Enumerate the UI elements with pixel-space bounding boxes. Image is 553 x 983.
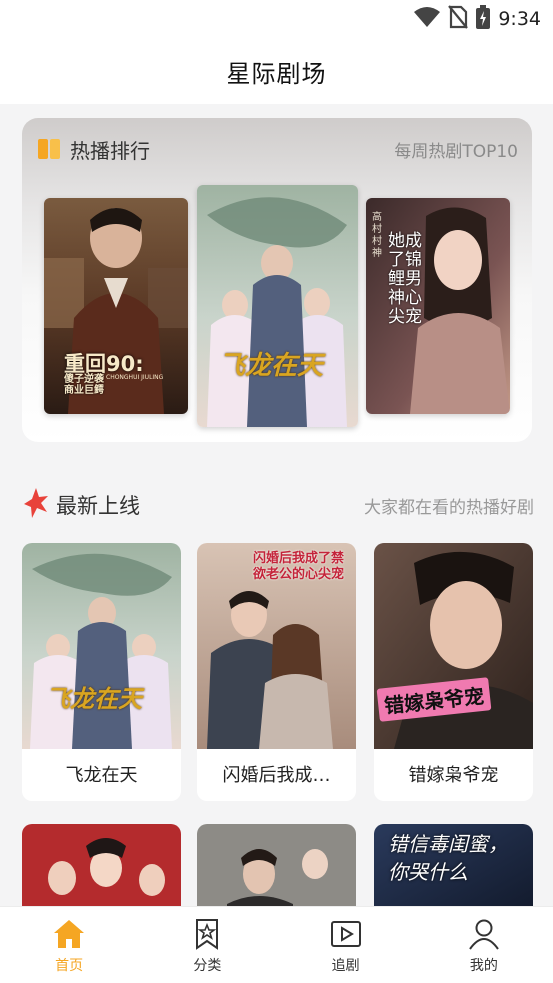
status-icons: 9:34	[414, 5, 541, 33]
drama-card[interactable]	[197, 824, 356, 914]
status-bar: 9:34	[0, 0, 553, 38]
hot-poster-1-roman: CHONGHUI JIULING	[106, 374, 164, 381]
status-time: 9:34	[498, 8, 541, 30]
drama-card[interactable]: 错信毒闺蜜，你哭什么	[374, 824, 533, 914]
drama-card[interactable]: 飞龙在天 飞龙在天	[22, 543, 181, 801]
hot-poster-1-subtitle: 傻子逆袭商业巨鳄	[64, 374, 104, 396]
hot-poster-1[interactable]: 重回90: CHONGHUI JIULING 傻子逆袭商业巨鳄	[44, 198, 188, 414]
user-icon	[469, 919, 499, 950]
no-sim-icon	[448, 5, 469, 33]
new-releases-title: 最新上线	[56, 494, 140, 518]
drama-poster: 错嫁枭爷宠	[374, 543, 533, 749]
nav-profile[interactable]: 我的	[415, 907, 553, 983]
hot-poster-3[interactable]: 她成了锦鲤男神心尖宠 高村村神	[366, 198, 510, 414]
nav-label: 追剧	[331, 958, 360, 974]
nav-label: 首页	[55, 958, 84, 974]
bottom-nav: 首页 分类 追剧 我的	[0, 906, 553, 983]
hot-ranking-subtitle[interactable]: 每周热剧TOP10	[394, 137, 518, 162]
drama-poster-text: 错信毒闺蜜，你哭什么	[388, 832, 508, 884]
hot-ranking-card: 热播排行 每周热剧TOP10 重回90: CHONGHUI JIULING 傻子…	[22, 118, 532, 442]
drama-poster-text: 飞龙在天	[46, 685, 142, 713]
category-star-icon	[196, 919, 219, 950]
drama-title: 错嫁枭爷宠	[408, 765, 499, 786]
hot-ranking-header: 热播排行 每周热剧TOP10	[38, 132, 518, 166]
drama-poster	[197, 824, 356, 914]
star-burst-icon	[24, 488, 48, 522]
wifi-icon	[414, 6, 441, 32]
drama-card[interactable]: 闪婚后我成了禁欲老公的心尖宠 闪婚后我成…	[197, 543, 356, 801]
battery-charging-icon	[476, 5, 491, 33]
drama-poster: 飞龙在天	[22, 543, 181, 749]
play-icon	[330, 921, 361, 947]
app-header: 星际剧场	[0, 38, 553, 104]
book-icon	[38, 139, 60, 159]
drama-poster	[22, 824, 181, 914]
drama-card[interactable]: 错嫁枭爷宠 错嫁枭爷宠	[374, 543, 533, 801]
new-releases-subtitle[interactable]: 大家都在看的热播好剧	[364, 493, 534, 518]
page-title: 星际剧场	[226, 59, 327, 88]
nav-label: 我的	[469, 958, 498, 974]
hot-poster-2[interactable]: 飞龙在天	[197, 185, 358, 427]
nav-category[interactable]: 分类	[138, 907, 276, 983]
hot-poster-3-side: 高村村神	[372, 212, 382, 259]
nav-follow[interactable]: 追剧	[277, 907, 415, 983]
hot-ranking-title: 热播排行	[70, 138, 150, 163]
drama-poster: 闪婚后我成了禁欲老公的心尖宠	[197, 543, 356, 749]
drama-title: 闪婚后我成…	[222, 765, 331, 786]
nav-label: 分类	[193, 958, 222, 974]
nav-home[interactable]: 首页	[0, 907, 138, 983]
hot-poster-3-title: 她成了锦鲤男神心尖宠	[388, 231, 422, 327]
drama-title: 飞龙在天	[65, 765, 138, 786]
hot-poster-2-title: 飞龙在天	[219, 351, 324, 381]
drama-poster-text: 闪婚后我成了禁欲老公的心尖宠	[253, 551, 345, 582]
drama-card[interactable]	[22, 824, 181, 914]
new-releases-header: 最新上线 大家都在看的热播好剧	[24, 486, 534, 524]
home-icon	[54, 920, 85, 948]
drama-poster: 错信毒闺蜜，你哭什么	[374, 824, 533, 914]
